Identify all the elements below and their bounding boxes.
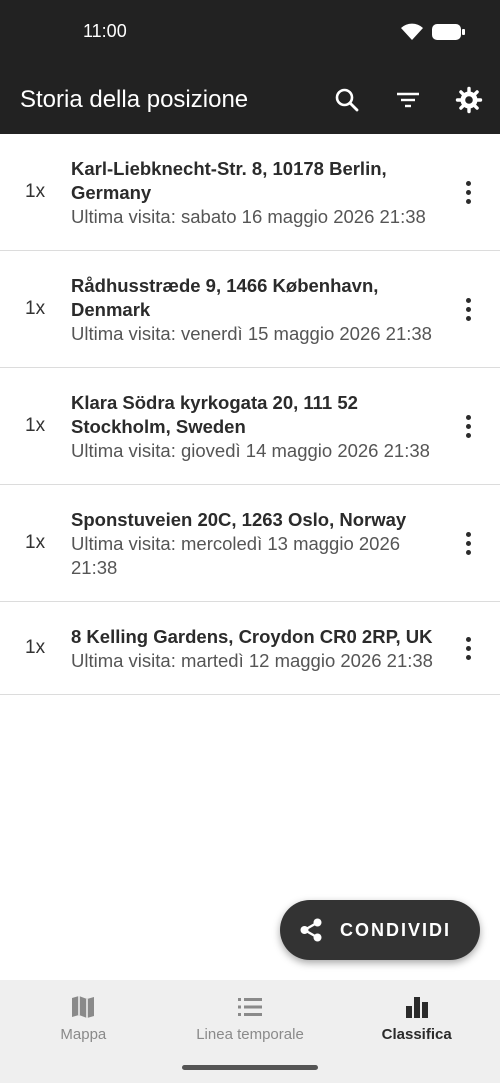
more-vert-dot (465, 198, 471, 204)
last-visit: Ultima visita: martedì 12 maggio 2026 21… (71, 650, 433, 671)
screen: 11:00 Storia della posizione 1x Karl-Lie… (0, 0, 500, 1083)
settings-button[interactable] (452, 83, 486, 117)
visit-count: 1x (25, 181, 46, 202)
wifi-icon (401, 23, 423, 40)
status-bar: 11:00 (0, 0, 500, 66)
nav-label: Mappa (60, 1026, 107, 1043)
list-item[interactable]: 1x Karl-Liebknecht-Str. 8, 10178 Berlin,… (0, 134, 500, 251)
visit-count: 1x (25, 637, 46, 658)
share-button-label: CONDIVIDI (340, 919, 452, 940)
battery-icon (432, 24, 465, 40)
more-vert-icon (465, 414, 471, 420)
nav-item-ranking[interactable]: Classifica (333, 980, 500, 1083)
list-item[interactable]: 1x Klara Södra kyrkogata 20, 111 52 Stoc… (0, 368, 500, 485)
status-icons (400, 22, 466, 42)
search-button[interactable] (330, 83, 364, 117)
last-visit: Ultima visita: giovedì 14 maggio 2026 21… (71, 440, 430, 461)
share-button[interactable]: CONDIVIDI (280, 900, 480, 960)
list-item[interactable]: 1x Sponstuveien 20C, 1263 Oslo, Norway U… (0, 485, 500, 602)
nav-label: Classifica (381, 1026, 452, 1043)
visit-count: 1x (25, 532, 46, 553)
visit-count: 1x (25, 298, 46, 319)
list-item[interactable]: 1x Rådhusstræde 9, 1466 København, Denma… (0, 251, 500, 368)
more-vert-icon (465, 531, 471, 537)
more-options-button[interactable] (456, 289, 480, 329)
list-icon (238, 998, 262, 1016)
page-title: Storia della posizione (20, 86, 249, 113)
nav-item-map[interactable]: Mappa (0, 980, 167, 1083)
visit-count: 1x (25, 415, 46, 436)
more-vert-dot (465, 540, 471, 546)
gear-icon (455, 86, 483, 114)
location-address: 8 Kelling Gardens, Croydon CR0 2RP, UK (71, 626, 433, 647)
location-address: Sponstuveien 20C, 1263 Oslo, Norway (71, 509, 407, 530)
location-address: Karl-Liebknecht-Str. 8, 10178 Berlin, Ge… (71, 158, 387, 203)
more-options-button[interactable] (456, 172, 480, 212)
more-vert-icon (465, 297, 471, 303)
more-vert-dot (465, 432, 471, 438)
status-time: 11:00 (83, 21, 127, 41)
share-icon (300, 918, 322, 942)
more-options-button[interactable] (456, 523, 480, 563)
more-vert-dot (465, 189, 471, 195)
last-visit: Ultima visita: sabato 16 maggio 2026 21:… (71, 206, 426, 227)
more-vert-dot (465, 549, 471, 555)
location-address: Rådhusstræde 9, 1466 København, Denmark (71, 275, 379, 320)
filter-button[interactable] (391, 83, 425, 117)
location-list: 1x Karl-Liebknecht-Str. 8, 10178 Berlin,… (0, 134, 500, 695)
list-item[interactable]: 1x 8 Kelling Gardens, Croydon CR0 2RP, U… (0, 602, 500, 695)
app-bar: Storia della posizione (0, 66, 500, 134)
bar-chart-icon (405, 997, 428, 1018)
search-icon (335, 88, 359, 112)
nav-label: Linea temporale (196, 1026, 304, 1043)
more-vert-dot (465, 645, 471, 651)
filter-icon (397, 92, 419, 108)
more-vert-dot (465, 306, 471, 312)
last-visit: Ultima visita: venerdì 15 maggio 2026 21… (71, 323, 432, 344)
more-vert-icon (465, 180, 471, 186)
more-vert-dot (465, 423, 471, 429)
location-address: Klara Södra kyrkogata 20, 111 52 Stockho… (71, 392, 358, 437)
more-vert-icon (465, 636, 471, 642)
map-icon (72, 996, 95, 1018)
more-options-button[interactable] (456, 628, 480, 668)
home-indicator[interactable] (182, 1065, 318, 1070)
more-vert-dot (465, 315, 471, 321)
last-visit: Ultima visita: mercoledì 13 maggio 2026 … (71, 533, 401, 578)
more-vert-dot (465, 654, 471, 660)
more-options-button[interactable] (456, 406, 480, 446)
